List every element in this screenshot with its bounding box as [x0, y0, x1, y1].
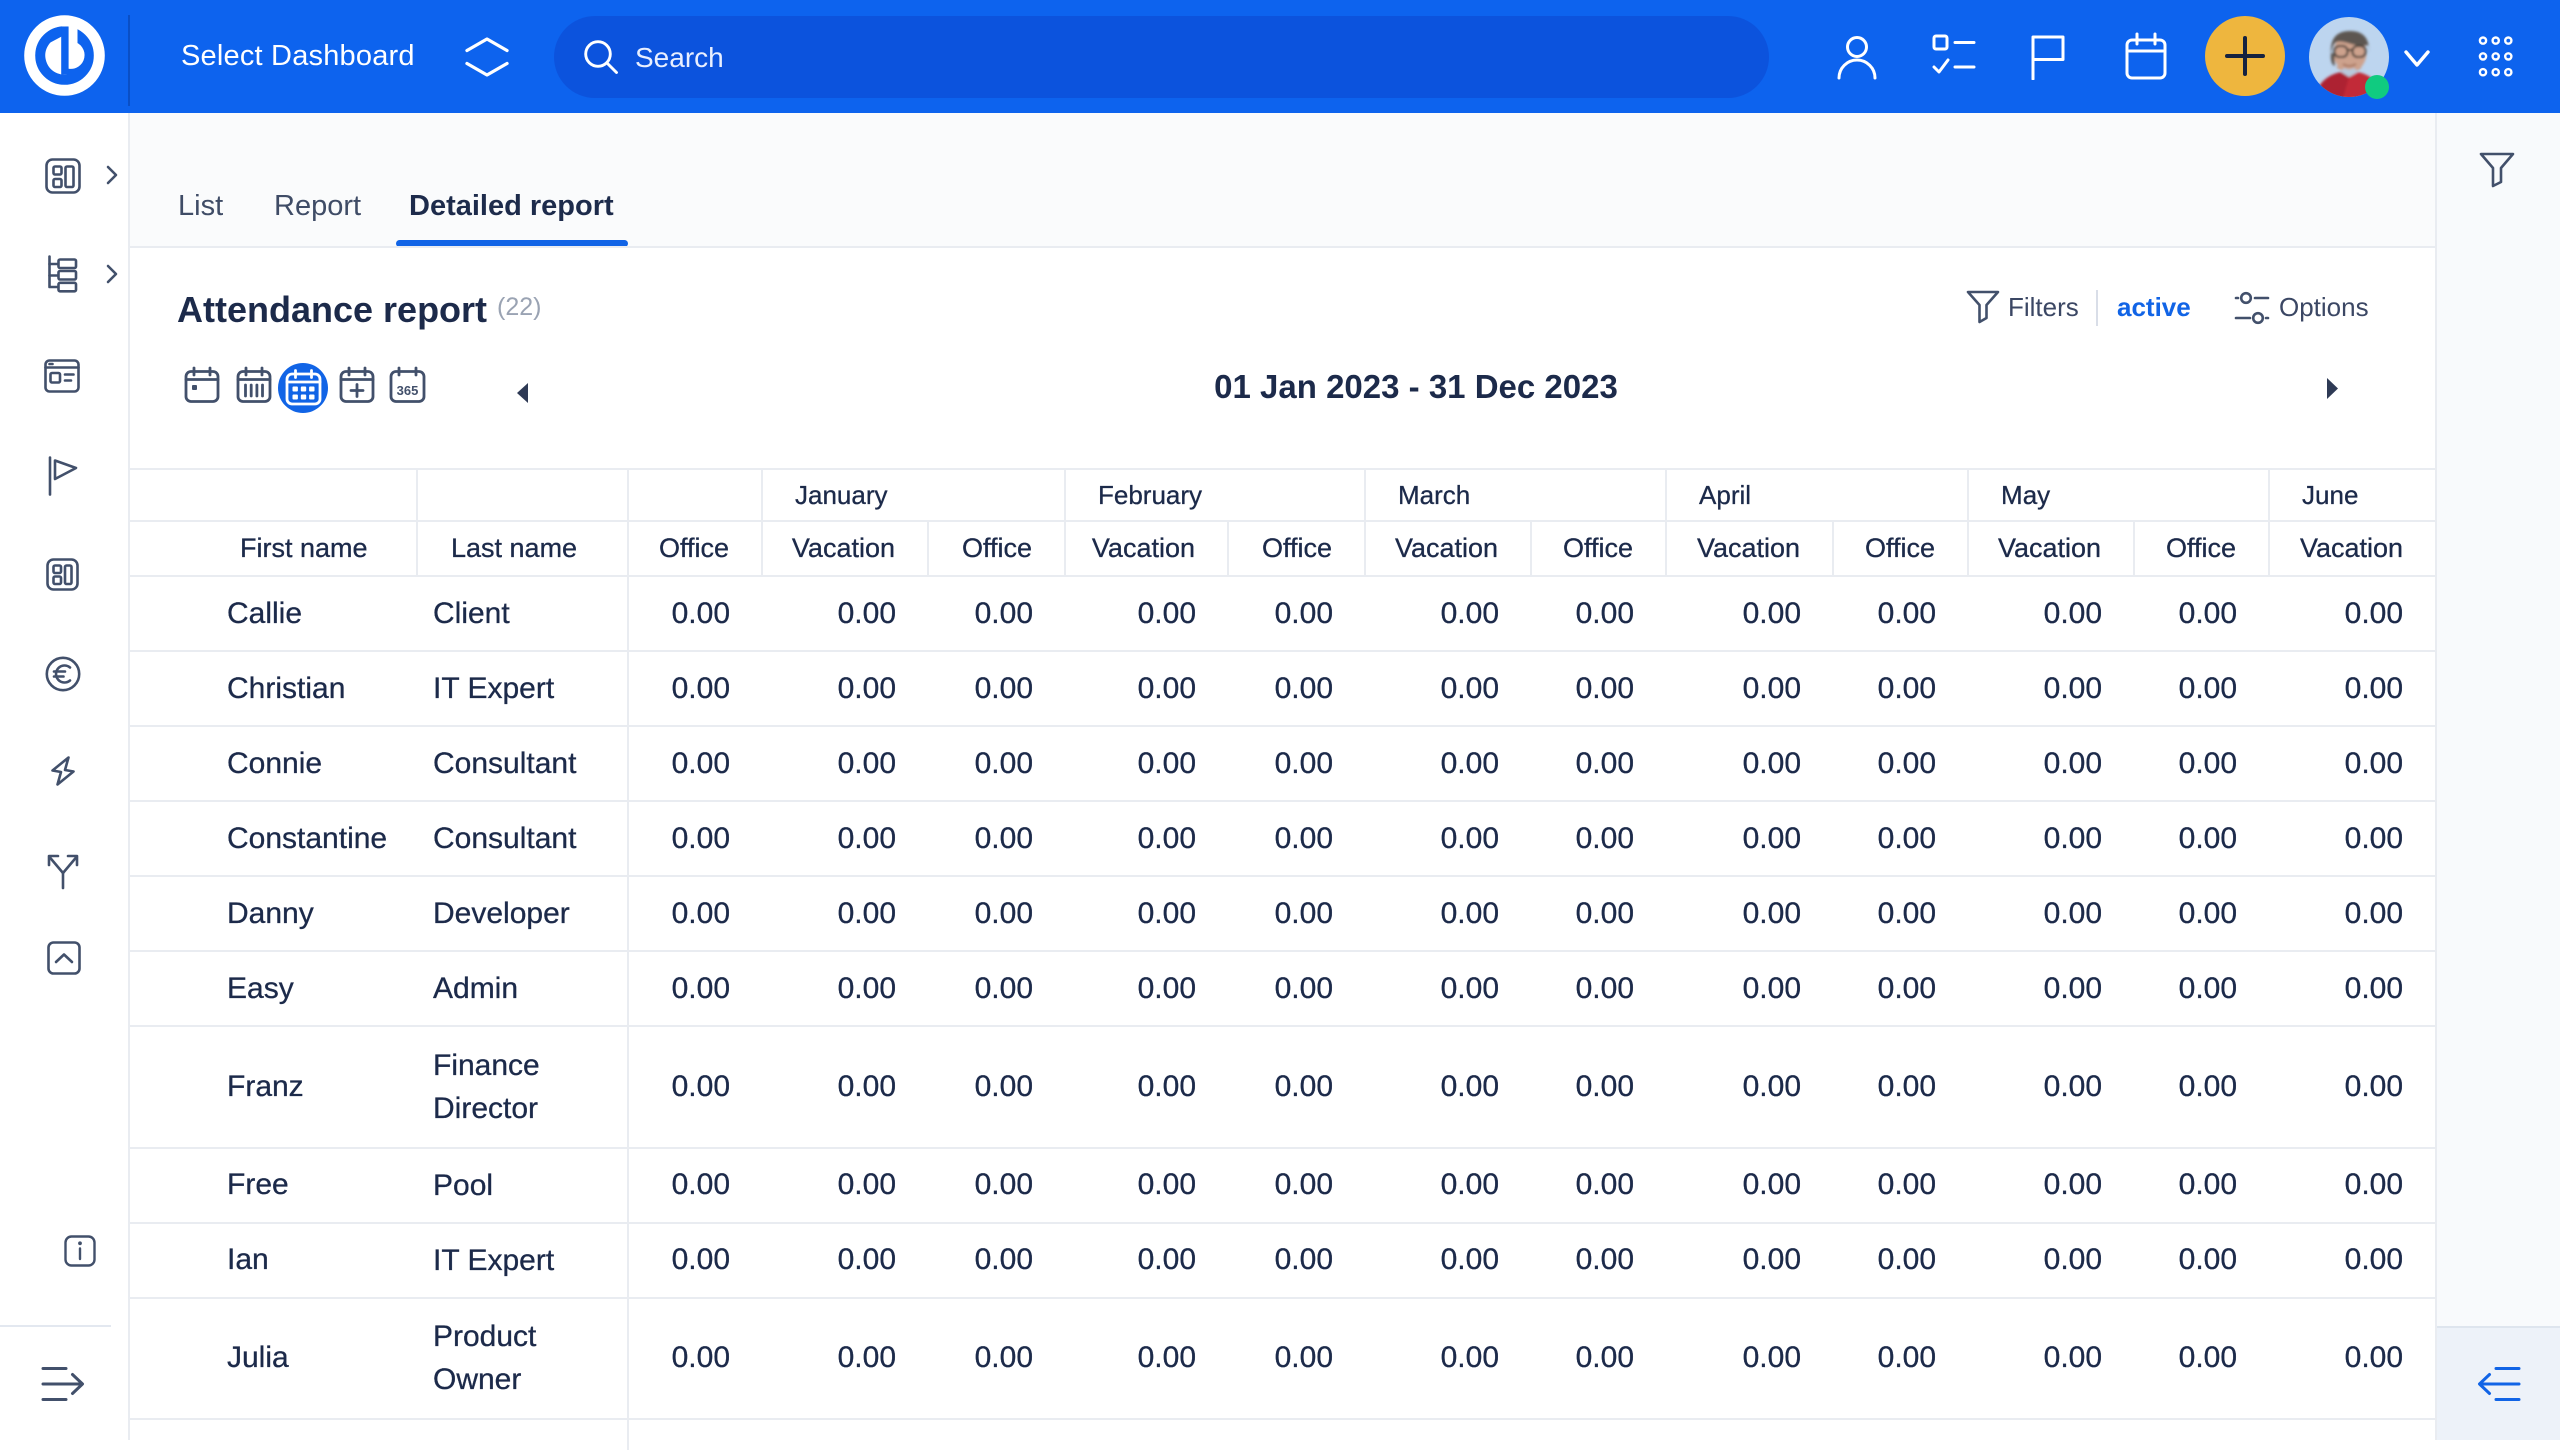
svg-text:365: 365 [397, 383, 419, 398]
